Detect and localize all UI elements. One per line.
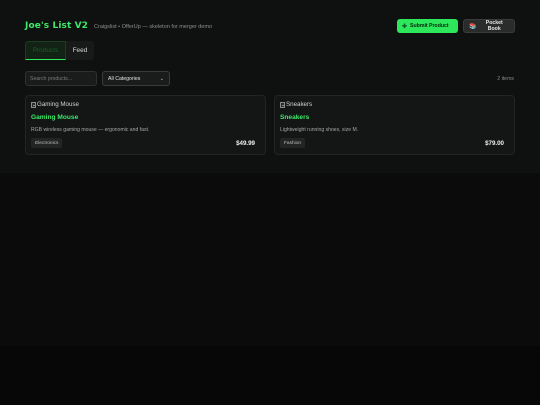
app-tagline: Craigslist • OfferUp — skeleton for merg… (94, 23, 213, 30)
category-badge: Electronics (31, 138, 63, 148)
submit-product-label: Submit Product (410, 23, 449, 29)
search-input[interactable] (25, 71, 97, 86)
product-card[interactable]: Gaming Mouse Gaming Mouse RGB wireless g… (25, 95, 266, 155)
product-description: Lightweight running shoes, size M. (280, 127, 359, 133)
chevron-down-icon: ⌄ (159, 75, 164, 82)
header: Joe's List V2 Craigslist • OfferUp — ske… (25, 17, 515, 35)
product-image-alt: Gaming Mouse (37, 101, 79, 108)
product-title[interactable]: Sneakers (280, 114, 309, 121)
product-price: $79.00 (485, 140, 504, 147)
product-image-alt: Sneakers (286, 101, 313, 108)
app-container: Joe's List V2 Craigslist • OfferUp — ske… (0, 0, 540, 173)
submit-product-button[interactable]: ✚ Submit Product (397, 19, 458, 33)
books-icon: 📚 (469, 23, 477, 30)
tab-bar: Products Feed (25, 41, 94, 60)
app-title: Joe's List V2 (25, 21, 89, 31)
category-badge: Fashion (280, 138, 306, 148)
pocket-book-label: Pocket Book (485, 20, 503, 32)
product-image: Sneakers (280, 101, 312, 108)
product-description: RGB wireless gaming mouse — ergonomic an… (31, 127, 150, 133)
header-actions: ✚ Submit Product 📚 Pocket Book (397, 19, 515, 33)
item-count: 2 items (497, 76, 514, 82)
empty-content-area (0, 173, 540, 346)
tab-feed[interactable]: Feed (66, 41, 94, 60)
broken-image-icon (280, 101, 285, 108)
product-card[interactable]: Sneakers Sneakers Lightweight running sh… (274, 95, 515, 155)
category-select-value: All Categories (108, 75, 141, 82)
product-title[interactable]: Gaming Mouse (31, 114, 78, 121)
pocket-book-button[interactable]: 📚 Pocket Book (463, 19, 515, 33)
plus-icon: ✚ (402, 23, 408, 30)
product-price: $49.99 (236, 140, 255, 147)
category-select[interactable]: All Categories ⌄ (102, 71, 170, 86)
product-image: Gaming Mouse (31, 101, 79, 108)
tab-products[interactable]: Products (25, 41, 66, 60)
broken-image-icon (31, 101, 36, 108)
